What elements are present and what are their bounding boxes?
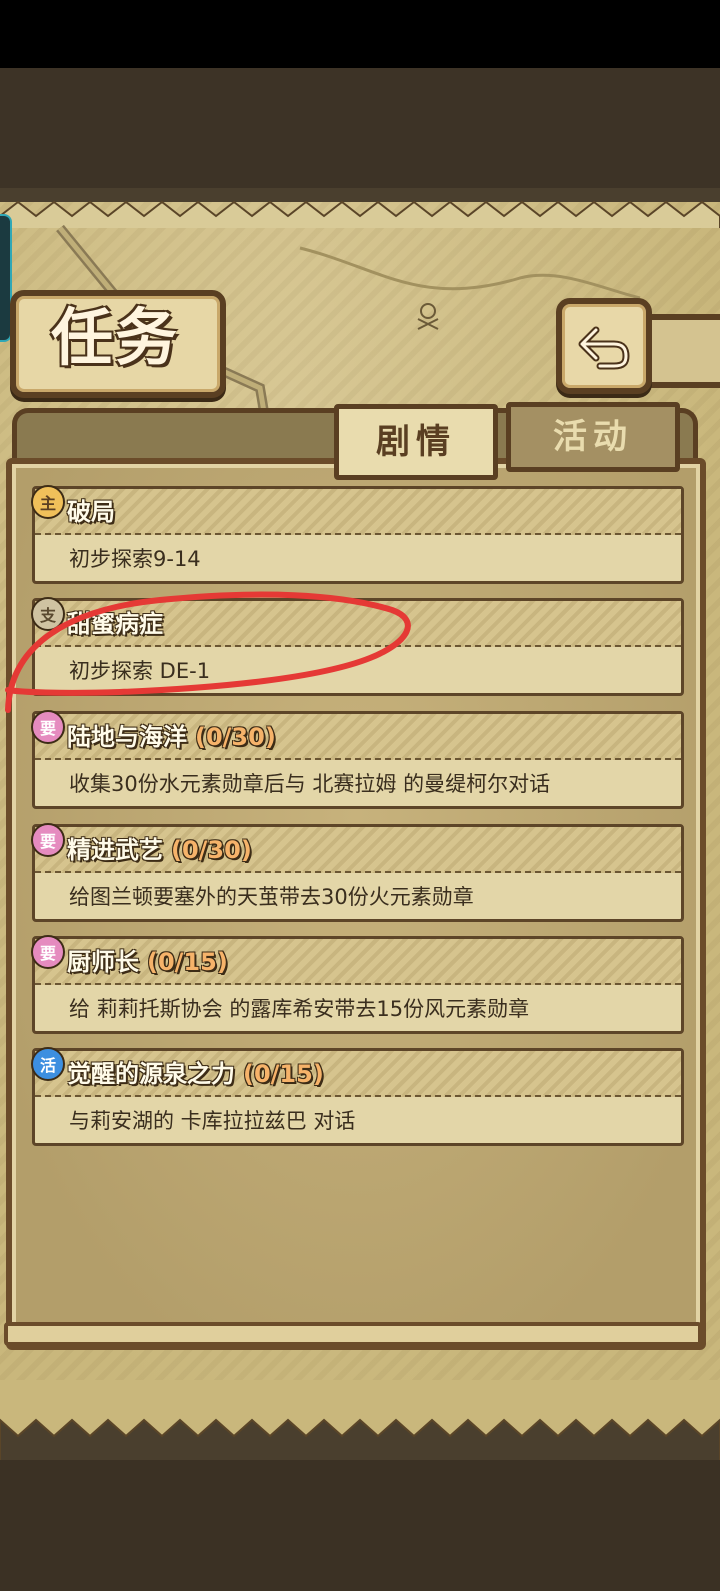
quest-type-badge: 主 — [31, 485, 65, 519]
quest-header: 厨师长 (0/15) — [35, 939, 681, 985]
quest-title-text: 精进武艺 — [67, 836, 163, 864]
quest-title: 破局 — [67, 493, 115, 531]
quest-title-text: 觉醒的源泉之力 — [67, 1060, 235, 1088]
quest-panel-bottom-rail — [4, 1322, 702, 1346]
tab-event[interactable]: 活动 — [506, 402, 680, 472]
quest-progress: (0/15) — [147, 948, 228, 976]
quest-item[interactable]: 觉醒的源泉之力 (0/15) 活与莉安湖的 卡库拉拉兹巴 对话 — [31, 1047, 684, 1146]
quest-title: 精进武艺 (0/30) — [67, 831, 252, 869]
back-button-rail — [640, 314, 720, 388]
quest-progress: (0/15) — [243, 1060, 324, 1088]
quest-item[interactable]: 精进武艺 (0/30) 要给图兰顿要塞外的天茧带去30份火元素勋章 — [31, 823, 684, 922]
quest-objective: 初步探索9-14 — [69, 547, 201, 571]
quest-header: 精进武艺 (0/30) — [35, 827, 681, 873]
quest-type-badge: 活 — [31, 1047, 65, 1081]
quest-objective: 与莉安湖的 卡库拉拉兹巴 对话 — [69, 1109, 356, 1133]
quest-item[interactable]: 厨师长 (0/15) 要给 莉莉托斯协会 的露库希安带去15份风元素勋章 — [31, 935, 684, 1034]
page-title: 任务 — [50, 301, 179, 374]
quest-header: 破局 — [35, 489, 681, 535]
back-arrow-icon — [578, 326, 630, 370]
map-background-top — [0, 68, 720, 190]
red-circle-annotation — [5, 591, 411, 713]
quest-title-text: 陆地与海洋 — [67, 723, 187, 751]
skull-icon — [417, 303, 439, 330]
quest-header: 陆地与海洋 (0/30) — [35, 714, 681, 760]
back-button[interactable] — [556, 298, 652, 394]
quest-objective: 收集30份水元素勋章后与 北赛拉姆 的曼缇柯尔对话 — [69, 772, 551, 796]
quest-progress: (0/30) — [171, 836, 252, 864]
quest-type-badge: 要 — [31, 935, 65, 969]
quest-title-text: 破局 — [67, 498, 115, 526]
map-background-bottom — [0, 1455, 720, 1591]
quest-title: 厨师长 (0/15) — [67, 943, 228, 981]
quest-objective: 给 莉莉托斯协会 的露库希安带去15份风元素勋章 — [69, 997, 530, 1021]
quest-progress: (0/30) — [195, 723, 276, 751]
quest-header: 觉醒的源泉之力 (0/15) — [35, 1051, 681, 1097]
quest-item[interactable]: 破局主初步探索9-14 — [31, 485, 684, 584]
quest-objective: 给图兰顿要塞外的天茧带去30份火元素勋章 — [69, 885, 474, 909]
quest-title: 觉醒的源泉之力 (0/15) — [67, 1055, 324, 1093]
quest-title-text: 厨师长 — [67, 948, 139, 976]
status-bar — [0, 0, 720, 68]
quest-item[interactable]: 陆地与海洋 (0/30) 要收集30份水元素勋章后与 北赛拉姆 的曼缇柯尔对话 — [31, 710, 684, 809]
quest-type-badge: 要 — [31, 823, 65, 857]
zigzag-edge-bottom — [0, 1380, 720, 1460]
quest-title: 陆地与海洋 (0/30) — [67, 718, 276, 756]
tab-story[interactable]: 剧情 — [334, 404, 498, 480]
